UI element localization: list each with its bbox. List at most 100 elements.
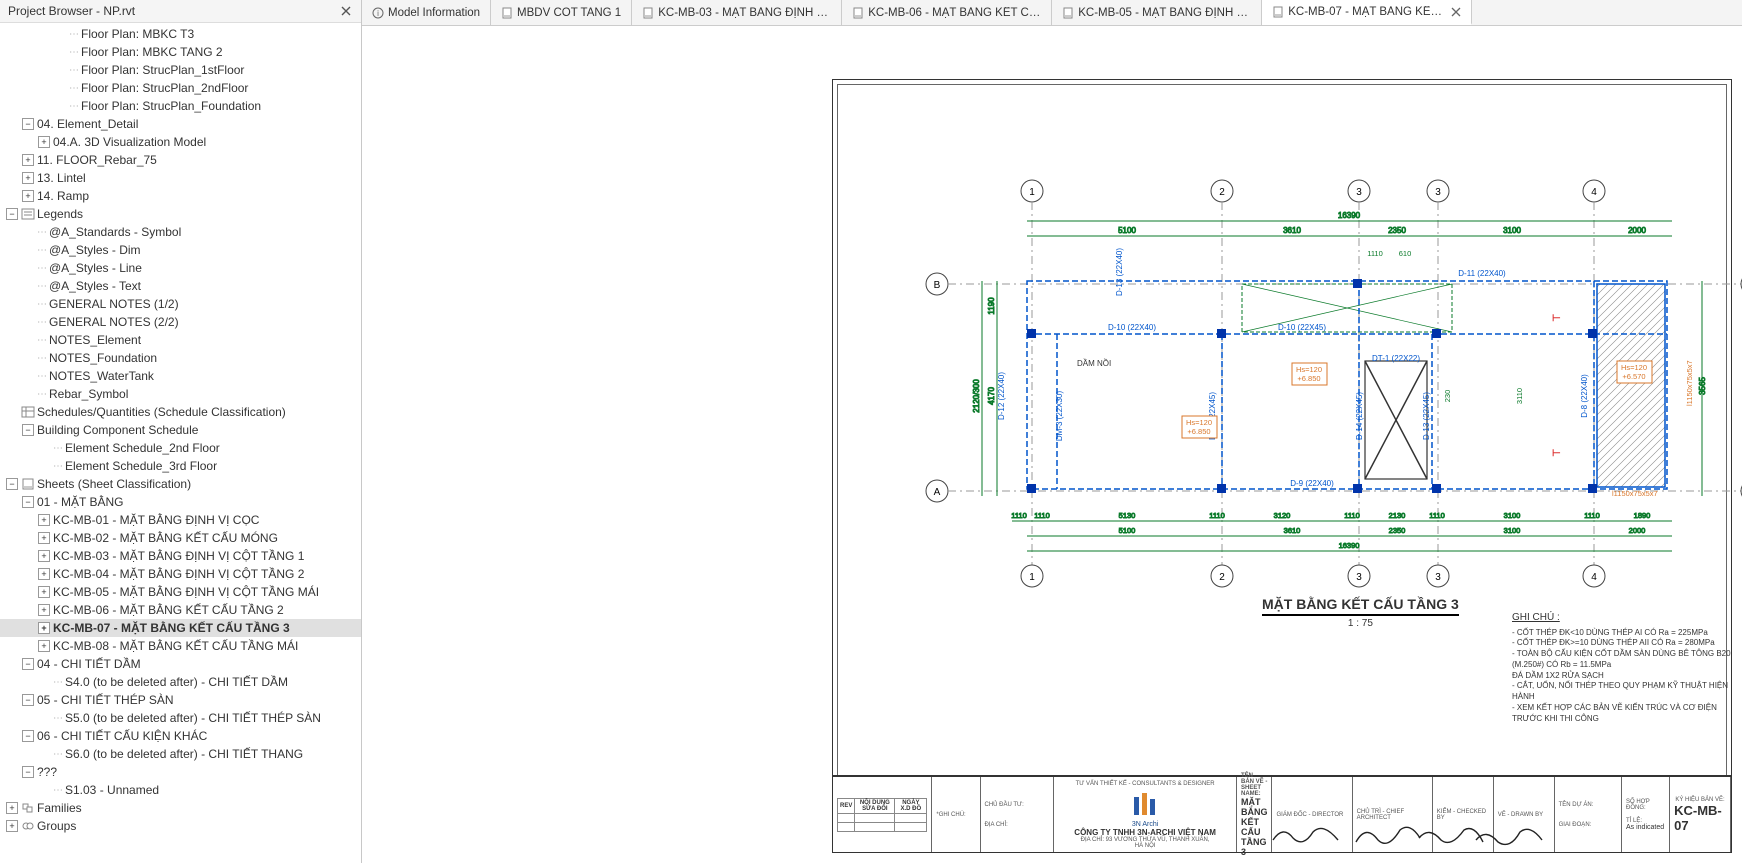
tree-item[interactable]: −??? [0,763,361,781]
tree-item-label: S4.0 (to be deleted after) - CHI TIẾT DẦ… [65,675,288,689]
tree-item[interactable]: +KC-MB-01 - MẶT BẰNG ĐỊNH VỊ CỌC [0,511,361,529]
tree-item[interactable]: ⋯Floor Plan: StrucPlan_2ndFloor [0,79,361,97]
svg-text:Hs=120: Hs=120 [1621,363,1647,372]
svg-text:1: 1 [1029,572,1035,583]
tree-toggle-icon[interactable]: − [22,694,34,706]
tree-toggle-icon[interactable]: − [22,118,34,130]
tree-item[interactable]: −05 - CHI TIẾT THÉP SÀN [0,691,361,709]
tree-item[interactable]: +KC-MB-04 - MẶT BẰNG ĐỊNH VỊ CỘT TẦNG 2 [0,565,361,583]
svg-text:3565: 3565 [1698,377,1707,395]
tree-item[interactable]: ⋯GENERAL NOTES (2/2) [0,313,361,331]
view-tab[interactable]: KC-MB-07 - MẶT BẰNG KẾT CẤ... [1262,0,1472,25]
drawing-canvas[interactable]: 1 2 3 3 4 1 2 3 3 4 B A B [362,26,1742,863]
svg-text:2: 2 [1219,572,1225,583]
tree-item[interactable]: +KC-MB-05 - MẶT BẰNG ĐỊNH VỊ CỘT TẦNG MÁ… [0,583,361,601]
tree-item[interactable]: ⋯Floor Plan: StrucPlan_Foundation [0,97,361,115]
tree-item[interactable]: +KC-MB-08 - MẶT BẰNG KẾT CẤU TẦNG MÁI [0,637,361,655]
project-tree[interactable]: ⋯Floor Plan: MBKC T3⋯Floor Plan: MBKC TA… [0,23,361,863]
tree-toggle-icon[interactable]: + [38,514,50,526]
tree-toggle-icon[interactable]: + [38,136,50,148]
view-tab[interactable]: KC-MB-05 - MẶT BẰNG ĐỊNH VỊ C... [1052,0,1262,25]
svg-text:230: 230 [1443,390,1452,403]
svg-text:1110: 1110 [1584,511,1600,520]
project-browser-panel: Project Browser - NP.rvt ⋯Floor Plan: MB… [0,0,362,863]
tree-item[interactable]: +KC-MB-07 - MẶT BẰNG KẾT CẤU TẦNG 3 [0,619,361,637]
tree-item[interactable]: −01 - MẶT BẰNG [0,493,361,511]
view-tab[interactable]: KC-MB-06 - MẶT BẰNG KẾT CẤU T... [842,0,1052,25]
tree-toggle-icon[interactable]: + [38,568,50,580]
tree-item-label: 06 - CHI TIẾT CẤU KIỆN KHÁC [37,729,207,743]
svg-text:4170: 4170 [987,387,996,405]
svg-text:5130: 5130 [1119,511,1136,520]
tree-toggle-icon[interactable]: + [22,190,34,202]
tree-item[interactable]: ⋯NOTES_Foundation [0,349,361,367]
tree-toggle-icon[interactable]: − [22,496,34,508]
tree-item[interactable]: ⋯NOTES_WaterTank [0,367,361,385]
tb-consultant: TƯ VẤN THIẾT KẾ - CONSULTANTS & DESIGNER… [1054,777,1237,852]
view-tab[interactable]: iModel Information [362,0,491,25]
svg-text:l1150x75x5x7: l1150x75x5x7 [1612,489,1658,498]
tree-item[interactable]: +14. Ramp [0,187,361,205]
tree-item[interactable]: +13. Lintel [0,169,361,187]
panel-header: Project Browser - NP.rvt [0,0,361,23]
tab-label: MBDV COT TANG 1 [517,7,621,19]
tree-toggle-icon[interactable]: − [6,478,18,490]
tree-item[interactable]: ⋯@A_Standards - Symbol [0,223,361,241]
tree-item-label: KC-MB-03 - MẶT BẰNG ĐỊNH VỊ CỘT TẦNG 1 [53,549,304,563]
tree-item[interactable]: ⋯@A_Styles - Text [0,277,361,295]
tree-toggle-icon[interactable]: + [22,154,34,166]
tree-item[interactable]: ⋯Element Schedule_3rd Floor [0,457,361,475]
view-tab[interactable]: MBDV COT TANG 1 [491,0,632,25]
tree-item[interactable]: −04 - CHI TIẾT DẦM [0,655,361,673]
tree-toggle-icon[interactable]: + [38,532,50,544]
tree-item[interactable]: ⋯@A_Styles - Dim [0,241,361,259]
tree-item[interactable]: ⋯Floor Plan: StrucPlan_1stFloor [0,61,361,79]
tree-item[interactable]: +11. FLOOR_Rebar_75 [0,151,361,169]
tree-item[interactable]: Schedules/Quantities (Schedule Classific… [0,403,361,421]
tree-toggle-icon[interactable]: + [38,622,50,634]
tree-item[interactable]: −04. Element_Detail [0,115,361,133]
panel-close-button[interactable] [339,4,353,18]
tree-item[interactable]: +Families [0,799,361,817]
tree-toggle-icon[interactable]: + [6,820,18,832]
tree-toggle-icon[interactable]: + [22,172,34,184]
tree-item[interactable]: ⋯Floor Plan: MBKC T3 [0,25,361,43]
tree-item[interactable]: ⋯S4.0 (to be deleted after) - CHI TIẾT D… [0,673,361,691]
tree-item[interactable]: −Building Component Schedule [0,421,361,439]
tree-item[interactable]: +KC-MB-02 - MẶT BẰNG KẾT CẤU MÓNG [0,529,361,547]
svg-text:3110: 3110 [1515,388,1524,404]
tree-toggle-icon[interactable]: − [22,424,34,436]
sched-icon [21,406,35,418]
tree-item[interactable]: ⋯S6.0 (to be deleted after) - CHI TIẾT T… [0,745,361,763]
tree-item[interactable]: +Groups [0,817,361,835]
tree-toggle-icon[interactable]: + [38,586,50,598]
tree-toggle-icon[interactable]: + [6,802,18,814]
tree-item-label: Floor Plan: StrucPlan_2ndFloor [81,81,248,95]
tree-item[interactable]: ⋯@A_Styles - Line [0,259,361,277]
tree-item[interactable]: ⋯S5.0 (to be deleted after) - CHI TIẾT T… [0,709,361,727]
tree-toggle-icon[interactable]: + [38,550,50,562]
tree-item[interactable]: ⋯Element Schedule_2nd Floor [0,439,361,457]
tree-toggle-icon[interactable]: − [22,766,34,778]
tree-toggle-icon[interactable]: − [22,730,34,742]
tree-item[interactable]: −Sheets (Sheet Classification) [0,475,361,493]
tree-item[interactable]: ⋯GENERAL NOTES (1/2) [0,295,361,313]
tree-item[interactable]: +KC-MB-06 - MẶT BẰNG KẾT CẤU TẦNG 2 [0,601,361,619]
tree-item-label: Floor Plan: MBKC T3 [81,27,194,41]
tree-item[interactable]: +04.A. 3D Visualization Model [0,133,361,151]
tree-toggle-icon[interactable]: − [6,208,18,220]
tree-item[interactable]: ⋯S1.03 - Unnamed [0,781,361,799]
tree-item[interactable]: ⋯NOTES_Element [0,331,361,349]
tree-item[interactable]: −06 - CHI TIẾT CẤU KIỆN KHÁC [0,727,361,745]
tree-toggle-icon[interactable]: + [38,604,50,616]
tree-item[interactable]: ⋯Rebar_Symbol [0,385,361,403]
tab-close-icon[interactable] [1451,7,1461,17]
tree-item[interactable]: +KC-MB-03 - MẶT BẰNG ĐỊNH VỊ CỘT TẦNG 1 [0,547,361,565]
view-tab[interactable]: KC-MB-03 - MẶT BẰNG ĐỊNH VỊ C... [632,0,842,25]
tree-toggle-icon[interactable]: − [22,658,34,670]
tree-item[interactable]: −Legends [0,205,361,223]
tree-toggle-icon[interactable]: + [38,640,50,652]
tree-item[interactable]: ⋯Floor Plan: MBKC TANG 2 [0,43,361,61]
tree-item-label: @A_Styles - Line [49,261,142,275]
tree-item-label: Element Schedule_3rd Floor [65,459,217,473]
